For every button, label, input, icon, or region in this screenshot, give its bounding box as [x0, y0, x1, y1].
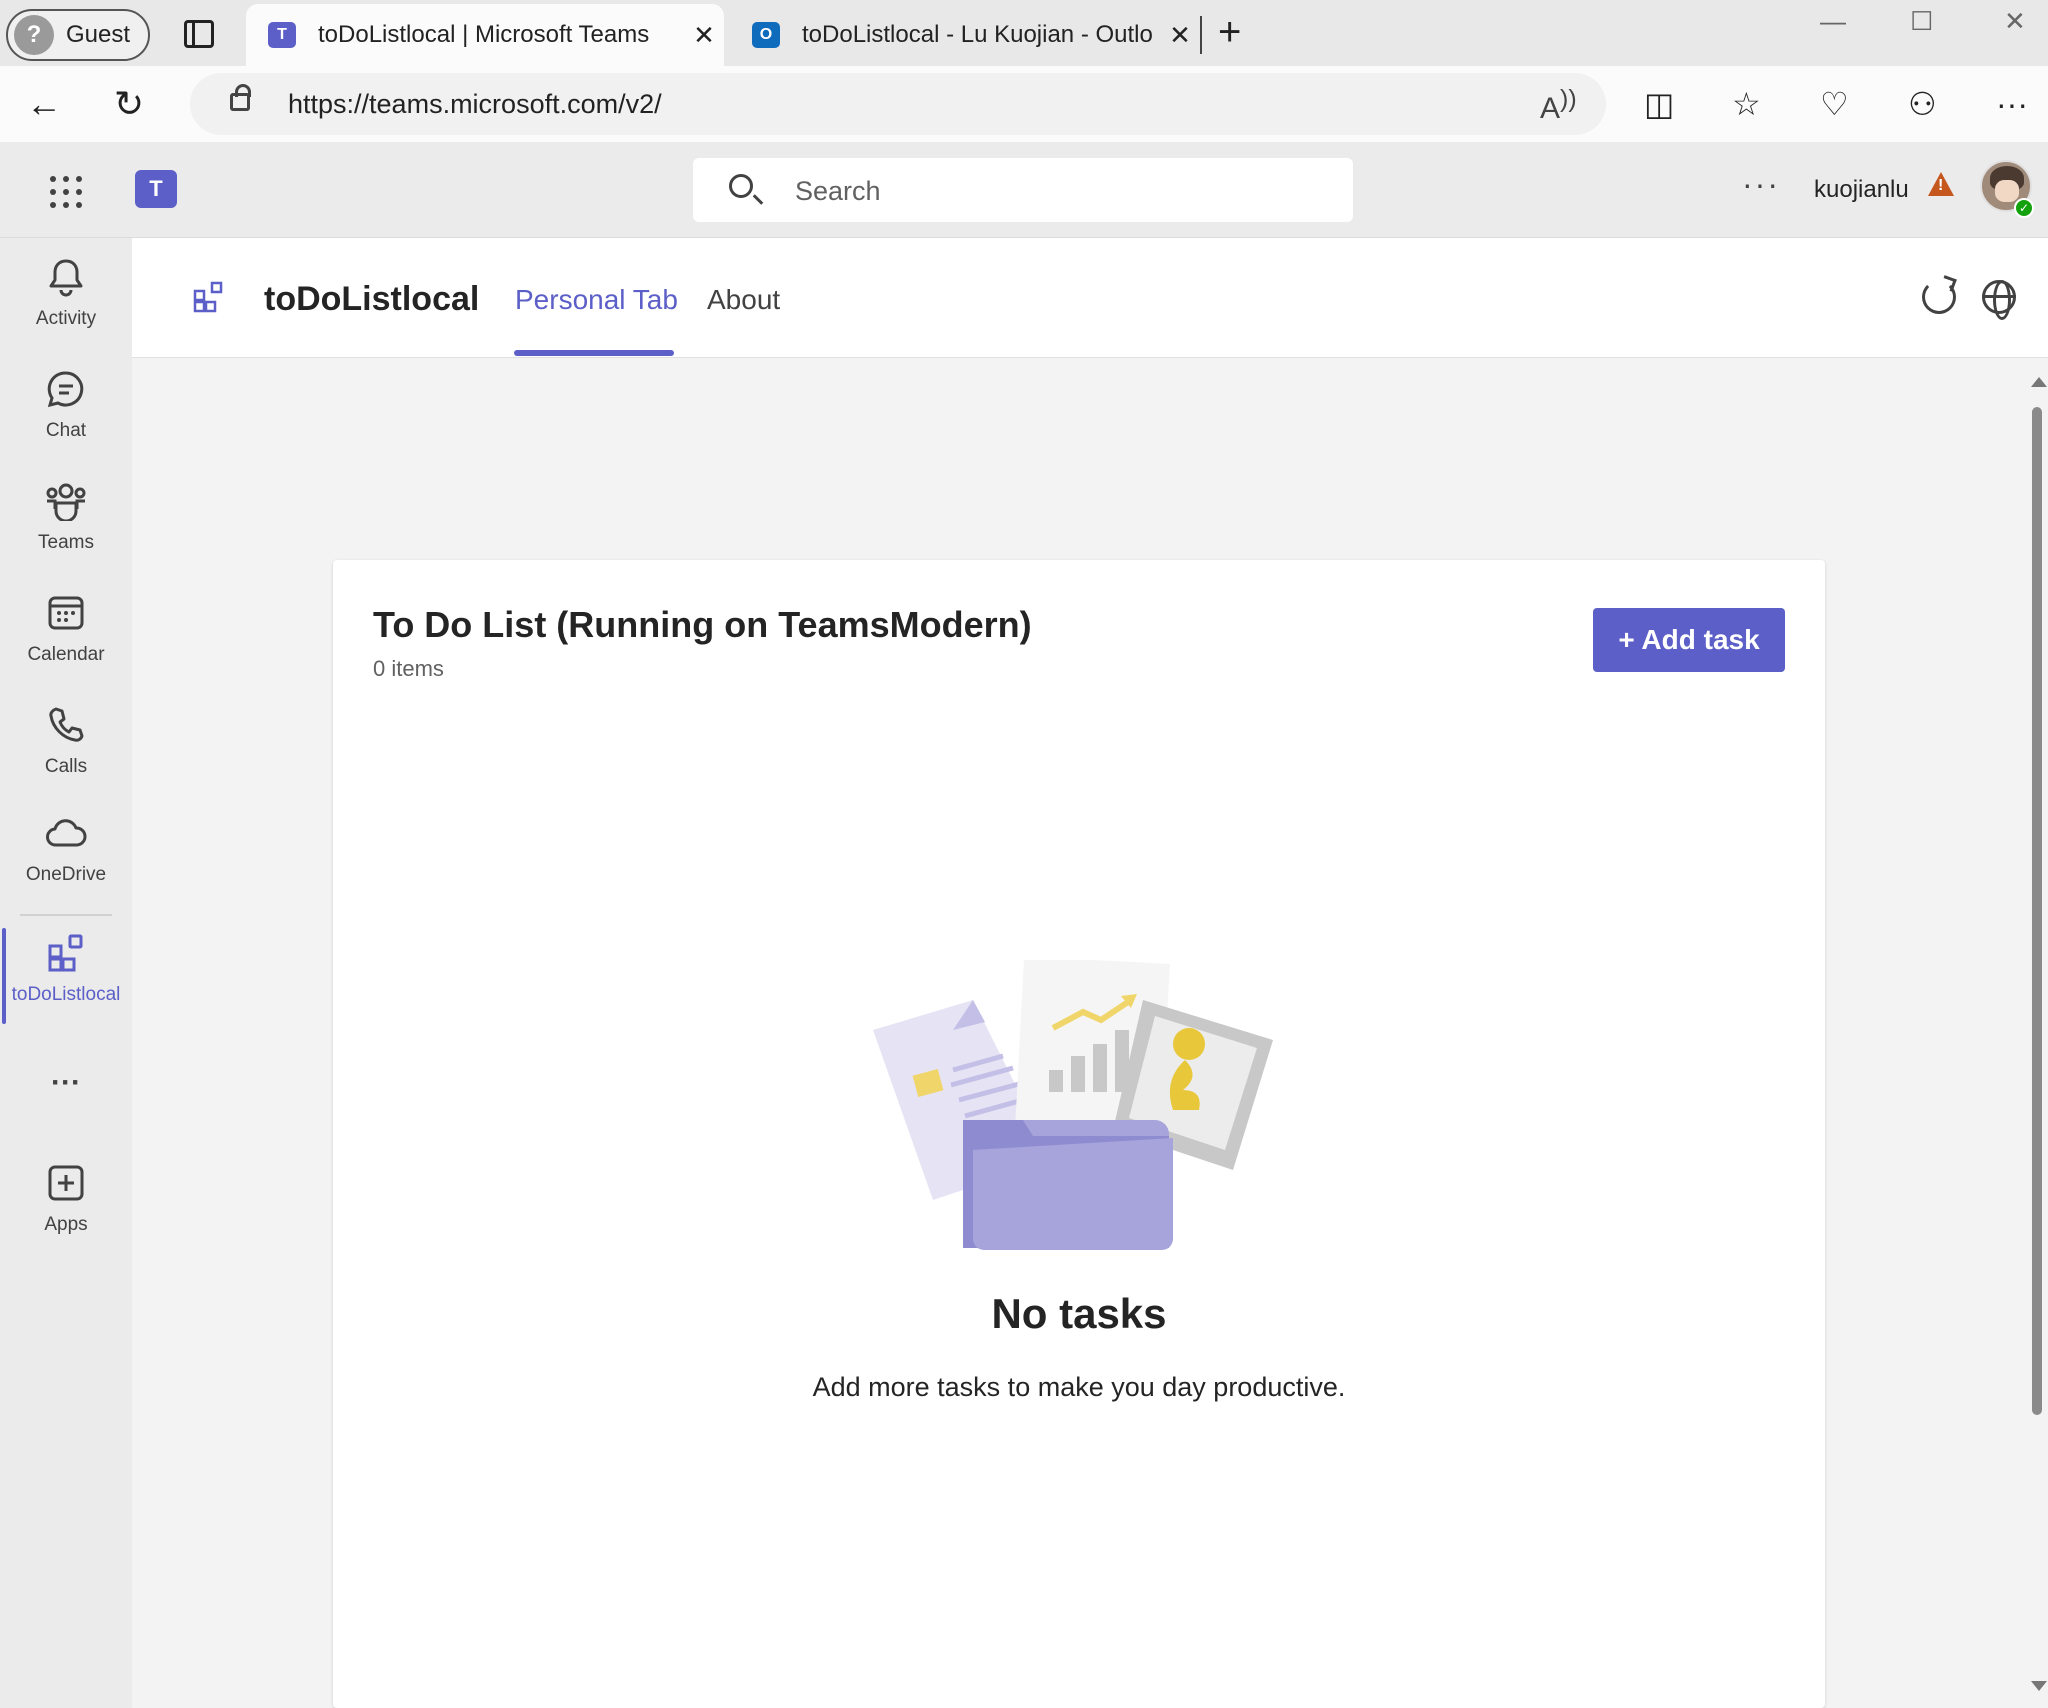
tab-separator — [1200, 16, 1202, 54]
refresh-icon[interactable]: ↻ — [114, 84, 144, 124]
browser-tab-title: toDoListlocal - Lu Kuojian - Outlo — [802, 21, 1153, 48]
app-rail: Activity Chat Teams Calendar Calls OneDr… — [0, 238, 132, 1708]
rail-item-chat[interactable]: Chat — [0, 364, 132, 464]
close-window-icon[interactable]: ✕ — [2004, 6, 2026, 37]
app-grid-icon — [46, 928, 86, 978]
lock-icon[interactable] — [230, 84, 251, 111]
read-aloud-icon[interactable]: A)) — [1540, 85, 1577, 126]
browser-tab-outlook[interactable]: O toDoListlocal - Lu Kuojian - Outlo ✕ — [730, 4, 1200, 66]
back-arrow-icon[interactable]: ← — [26, 84, 62, 124]
add-app-icon — [46, 1158, 86, 1208]
todo-card: To Do List (Running on TeamsModern) 0 it… — [333, 560, 1825, 1708]
cloud-icon — [44, 808, 88, 858]
rail-item-onedrive[interactable]: OneDrive — [0, 808, 132, 908]
app-title: toDoListlocal — [264, 280, 480, 318]
address-bar-row: ← ↻ https://teams.microsoft.com/v2/ A)) … — [0, 66, 2048, 142]
rail-divider — [20, 914, 112, 916]
phone-icon — [46, 700, 86, 750]
rail-item-label: Apps — [44, 1214, 88, 1235]
search-placeholder: Search — [795, 176, 881, 206]
favorites-icon[interactable]: ☆ — [1732, 86, 1761, 122]
rail-item-calendar[interactable]: Calendar — [0, 588, 132, 688]
globe-icon[interactable] — [1982, 280, 2016, 320]
split-screen-icon[interactable]: ◫ — [1644, 86, 1674, 122]
rail-item-apps[interactable]: Apps — [0, 1158, 132, 1258]
app-header: toDoListlocal Personal Tab About — [132, 238, 2048, 358]
guest-avatar-icon: ? — [14, 15, 54, 55]
reload-tab-icon[interactable] — [1922, 280, 1956, 314]
close-tab-icon[interactable]: ✕ — [684, 20, 724, 51]
teams-logo-icon: T — [135, 170, 177, 208]
rail-item-label: Teams — [38, 532, 94, 553]
rail-item-label: Chat — [45, 420, 87, 441]
rail-item-label: OneDrive — [25, 864, 107, 885]
calendar-icon — [46, 588, 86, 638]
teams-icon: T — [268, 22, 296, 48]
item-count: 0 items — [373, 656, 444, 681]
profile-label: Guest — [66, 21, 131, 48]
warning-icon[interactable]: ! — [1928, 172, 1954, 196]
browser-more-icon[interactable]: ··· — [1996, 86, 2028, 122]
scroll-up-arrow-icon[interactable] — [2031, 377, 2047, 387]
app-grid-icon — [192, 280, 226, 314]
more-dots-icon: ··· — [51, 1066, 81, 1099]
empty-state-subtitle: Add more tasks to make you day productiv… — [812, 1372, 1346, 1402]
browser-tab-teams[interactable]: T toDoListlocal | Microsoft Teams ✕ — [246, 4, 724, 66]
username: kuojianlu — [1814, 176, 1909, 203]
outlook-icon: O — [752, 22, 780, 48]
add-task-button[interactable]: + Add task — [1593, 608, 1785, 672]
rail-item-label: Activity — [35, 308, 97, 329]
app-launcher-icon[interactable] — [50, 176, 82, 208]
rail-item-teams[interactable]: Teams — [0, 476, 132, 576]
close-tab-icon[interactable]: ✕ — [1160, 20, 1200, 51]
browser-titlebar: ? Guest T toDoListlocal | Microsoft Team… — [0, 0, 2048, 66]
browser-essentials-icon[interactable]: ♡ — [1820, 86, 1849, 122]
browser-tab-title: toDoListlocal | Microsoft Teams — [318, 21, 650, 48]
rail-more-button[interactable]: ··· — [0, 1058, 132, 1108]
rail-item-calls[interactable]: Calls — [0, 700, 132, 800]
scroll-down-arrow-icon[interactable] — [2031, 1681, 2047, 1691]
tab-about[interactable]: About — [707, 284, 780, 316]
card-title: To Do List (Running on TeamsModern) — [373, 604, 1032, 645]
rail-item-label: Calls — [44, 756, 88, 777]
presence-available-icon: ✓ — [2014, 198, 2034, 218]
collections-icon[interactable]: ⚇ — [1908, 86, 1937, 122]
rail-item-todolistlocal[interactable]: toDoListlocal — [0, 928, 132, 1028]
search-icon — [729, 174, 753, 198]
empty-state-illustration — [873, 956, 1293, 1260]
tab-actions-icon[interactable] — [184, 20, 214, 48]
chat-icon — [46, 364, 86, 414]
rail-item-label: toDoListlocal — [11, 984, 121, 1005]
rail-item-activity[interactable]: Activity — [0, 252, 132, 352]
vertical-scrollbar[interactable] — [2024, 359, 2048, 1708]
tab-personal[interactable]: Personal Tab — [514, 284, 678, 356]
url-text: https://teams.microsoft.com/v2/ — [288, 89, 662, 119]
url-field[interactable]: https://teams.microsoft.com/v2/ A)) — [190, 73, 1606, 135]
maximize-icon[interactable]: ☐ — [1910, 6, 1933, 37]
rail-item-label: Calendar — [27, 644, 105, 665]
scroll-thumb[interactable] — [2032, 407, 2042, 1415]
teams-header: T Search ··· kuojianlu ! ✓ — [0, 142, 2048, 238]
bell-icon — [47, 252, 85, 302]
settings-more-icon[interactable]: ··· — [1742, 166, 1780, 203]
empty-state-title: No tasks — [991, 1290, 1167, 1337]
profile-button[interactable]: ? Guest — [6, 9, 150, 61]
search-box[interactable]: Search — [693, 158, 1353, 222]
new-tab-icon[interactable]: + — [1218, 12, 1241, 52]
teams-people-icon — [44, 476, 88, 526]
minimize-icon[interactable]: — — [1820, 6, 1846, 37]
